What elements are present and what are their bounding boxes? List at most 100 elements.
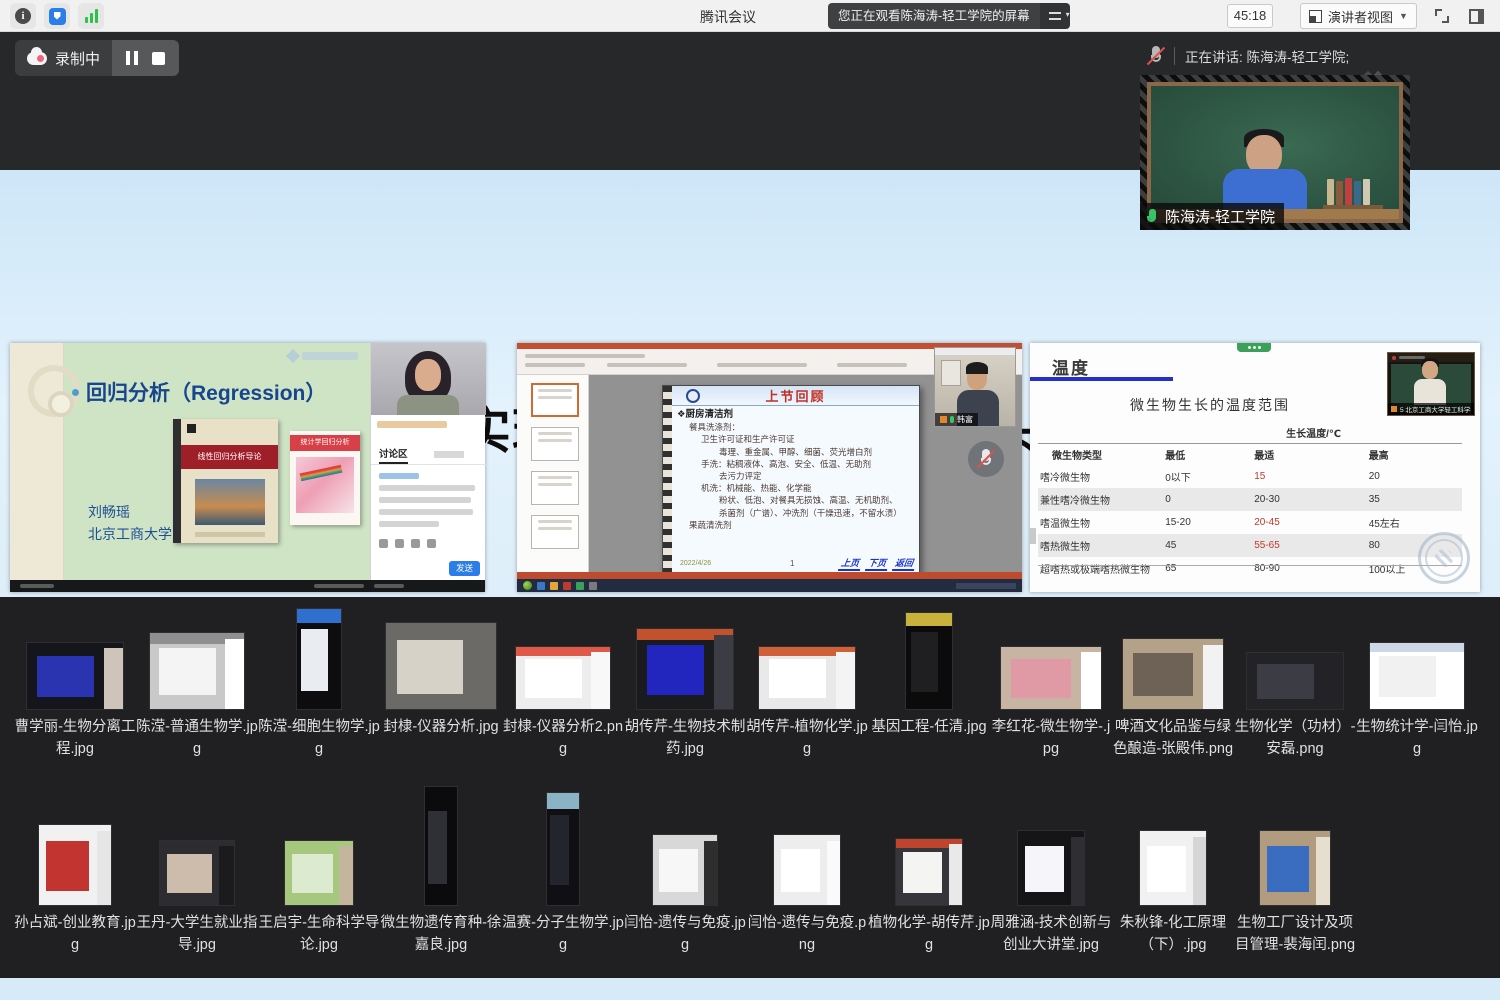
file-item[interactable]: 王启宇-生命科学导论.jpg — [258, 781, 380, 956]
file-item[interactable]: 生物化学（功材）-安磊.png — [1234, 609, 1356, 760]
file-item[interactable]: 植物化学-胡传芹.jpg — [868, 781, 990, 956]
file-item[interactable]: 基因工程-任清.jpg — [868, 609, 990, 760]
slide-date: 2022/4/26 — [680, 560, 711, 567]
expand-icon — [1435, 9, 1449, 23]
file-item[interactable]: 封棣-仪器分析2.png — [502, 609, 624, 760]
file-name: 曹学丽-生物分离工程.jpg — [14, 716, 136, 760]
slide-title: 回归分析（Regression） — [86, 377, 326, 407]
file-thumbnail[interactable] — [516, 647, 610, 709]
watching-banner[interactable]: 您正在观看陈海涛-轻工学院的屏幕 — [828, 3, 1070, 29]
security-button[interactable] — [44, 3, 70, 29]
view-mode-button[interactable]: 演讲者视图 ▼ — [1300, 3, 1417, 29]
book2-title: 统计学回归分析 — [290, 435, 360, 451]
file-thumbnail[interactable] — [297, 609, 341, 709]
file-name: 胡传芹-生物技术制药.jpg — [624, 716, 746, 760]
mic-muted-icon[interactable] — [1148, 46, 1164, 66]
recording-indicator: 录制中 — [15, 40, 112, 76]
file-item[interactable]: 生物统计学-闫怡.jpg — [1356, 609, 1478, 760]
file-item[interactable]: 生物工厂设计及项目管理-裴海闰.png — [1234, 781, 1356, 956]
book-cover-statistics: 统计学回归分析 — [290, 431, 360, 525]
slide-text-line: ❖厨房清洁剂 — [677, 409, 913, 421]
side-panel-button[interactable] — [1464, 5, 1488, 27]
slide-thumb[interactable] — [531, 471, 579, 505]
books — [1327, 175, 1385, 209]
file-thumbnail[interactable] — [653, 835, 717, 905]
file-thumbnail[interactable] — [1018, 831, 1084, 905]
file-thumbnail[interactable] — [759, 647, 855, 709]
mic-active-icon — [1146, 209, 1159, 225]
file-item[interactable]: 胡传芹-生物技术制药.jpg — [624, 609, 746, 760]
nav-back-button: 返回 — [892, 556, 916, 571]
file-thumbnail[interactable] — [547, 793, 579, 905]
tab-members-blurred[interactable] — [434, 451, 464, 458]
file-thumbnail[interactable] — [27, 643, 123, 709]
banner-menu-button[interactable] — [1040, 3, 1070, 29]
file-name: 生物化学（功材）-安磊.png — [1234, 716, 1356, 760]
temperature-table: 生长温度/℃ 微生物类型 最低 最适 最高 嗜冷微生物0以下1520兼性嗜冷微生… — [1038, 423, 1462, 580]
nav-prev-button: 上页 — [838, 556, 862, 571]
hamburger-icon — [1049, 12, 1061, 20]
file-thumbnail[interactable] — [1370, 643, 1464, 709]
file-thumbnail[interactable] — [160, 841, 234, 905]
file-thumbnail[interactable] — [774, 835, 840, 905]
col-type: 微生物类型 — [1038, 444, 1165, 466]
slide-text-line: 杀菌剂（广谱）、冲洗剂（干燥迅速，不留水渍） — [719, 507, 913, 519]
file-item[interactable]: 胡传芹-植物化学.jpg — [746, 609, 868, 760]
meeting-info-button[interactable]: i — [10, 3, 36, 29]
pause-recording-button[interactable] — [126, 51, 138, 65]
file-item[interactable]: 闫怡-遗传与免疫.jpg — [624, 781, 746, 956]
panel-icon — [1469, 9, 1484, 24]
file-thumbnail[interactable] — [425, 787, 457, 905]
network-quality-button[interactable] — [78, 3, 104, 29]
file-thumbnail[interactable] — [1001, 647, 1101, 709]
classroom-sidebar: 讨论区 发送 — [370, 343, 485, 580]
file-item[interactable]: 孙占斌-创业教育.jpg — [14, 781, 136, 956]
file-item[interactable]: 微生物遗传育种-徐嘉良.jpg — [380, 781, 502, 956]
file-thumbnail[interactable] — [285, 841, 353, 905]
file-item[interactable]: 闫怡-遗传与免疫.png — [746, 781, 868, 956]
file-name: 植物化学-胡传芹.jpg — [868, 912, 990, 956]
temp-table-row: 嗜温微生物15-2020-4545左右 — [1038, 511, 1462, 534]
file-thumbnail[interactable] — [1140, 831, 1206, 905]
slide-thumb[interactable] — [531, 383, 579, 417]
slide-text-line: 餐具洗涤剂： — [689, 421, 913, 433]
file-item[interactable]: 啤酒文化品鉴与绿色酿造-张殿伟.png — [1112, 609, 1234, 760]
mic-muted-floating-button — [968, 441, 1004, 477]
file-thumbnail[interactable] — [896, 839, 962, 905]
table-title: 微生物生长的温度范围 — [1030, 395, 1390, 415]
file-item[interactable]: 周雅涵-技术创新与创业大讲堂.jpg — [990, 781, 1112, 956]
file-thumbnail[interactable] — [1247, 653, 1343, 709]
webcam-name-label: 5 北京工商大学轻工科学技... — [1388, 403, 1474, 415]
file-name: 李红花-微生物学-.jpg — [990, 716, 1112, 760]
file-item[interactable]: 温赛-分子生物学.jpg — [502, 781, 624, 956]
file-item[interactable]: 曹学丽-生物分离工程.jpg — [14, 609, 136, 760]
fullscreen-button[interactable] — [1430, 5, 1454, 27]
slide-thumb[interactable] — [531, 427, 579, 461]
file-name: 啤酒文化品鉴与绿色酿造-张殿伟.png — [1112, 716, 1234, 760]
file-thumbnail[interactable] — [637, 629, 733, 709]
chevron-down-icon: ▼ — [1399, 11, 1408, 21]
file-item[interactable]: 陈滢-普通生物学.jpg — [136, 609, 258, 760]
university-watermark-icon — [1418, 532, 1470, 584]
screenshot-powerpoint: 上节回顾 ❖厨房清洁剂餐具洗涤剂：卫生许可证和生产许可证毒理、重金属、甲醇、细菌… — [517, 343, 1022, 592]
file-row-1: 曹学丽-生物分离工程.jpg陈滢-普通生物学.jpg陈滢-细胞生物学.jpg封棣… — [14, 609, 1478, 760]
file-name: 生物统计学-闫怡.jpg — [1356, 716, 1478, 760]
info-icon: i — [15, 8, 31, 24]
speaker-video-tile[interactable]: 陈海涛-轻工学院 — [1140, 75, 1410, 230]
file-thumbnail[interactable] — [150, 633, 244, 709]
file-item[interactable]: 朱秋锋-化工原理（下）.jpg — [1112, 781, 1234, 956]
file-thumbnail[interactable] — [906, 613, 952, 709]
recording-controls: 录制中 — [15, 40, 179, 76]
file-item[interactable]: 陈滢-细胞生物学.jpg — [258, 609, 380, 760]
stop-recording-button[interactable] — [152, 52, 165, 65]
file-thumbnail[interactable] — [1123, 639, 1223, 709]
slide-thumb[interactable] — [531, 515, 579, 549]
file-thumbnail[interactable] — [39, 825, 111, 905]
file-thumbnail[interactable] — [1260, 831, 1330, 905]
file-item[interactable]: 王丹-大学生就业指导.jpg — [136, 781, 258, 956]
file-thumbnail[interactable] — [386, 623, 496, 709]
shield-icon — [49, 8, 66, 25]
tab-discussion[interactable]: 讨论区 — [379, 446, 408, 464]
file-item[interactable]: 封棣-仪器分析.jpg — [380, 609, 502, 760]
file-item[interactable]: 李红花-微生物学-.jpg — [990, 609, 1112, 760]
